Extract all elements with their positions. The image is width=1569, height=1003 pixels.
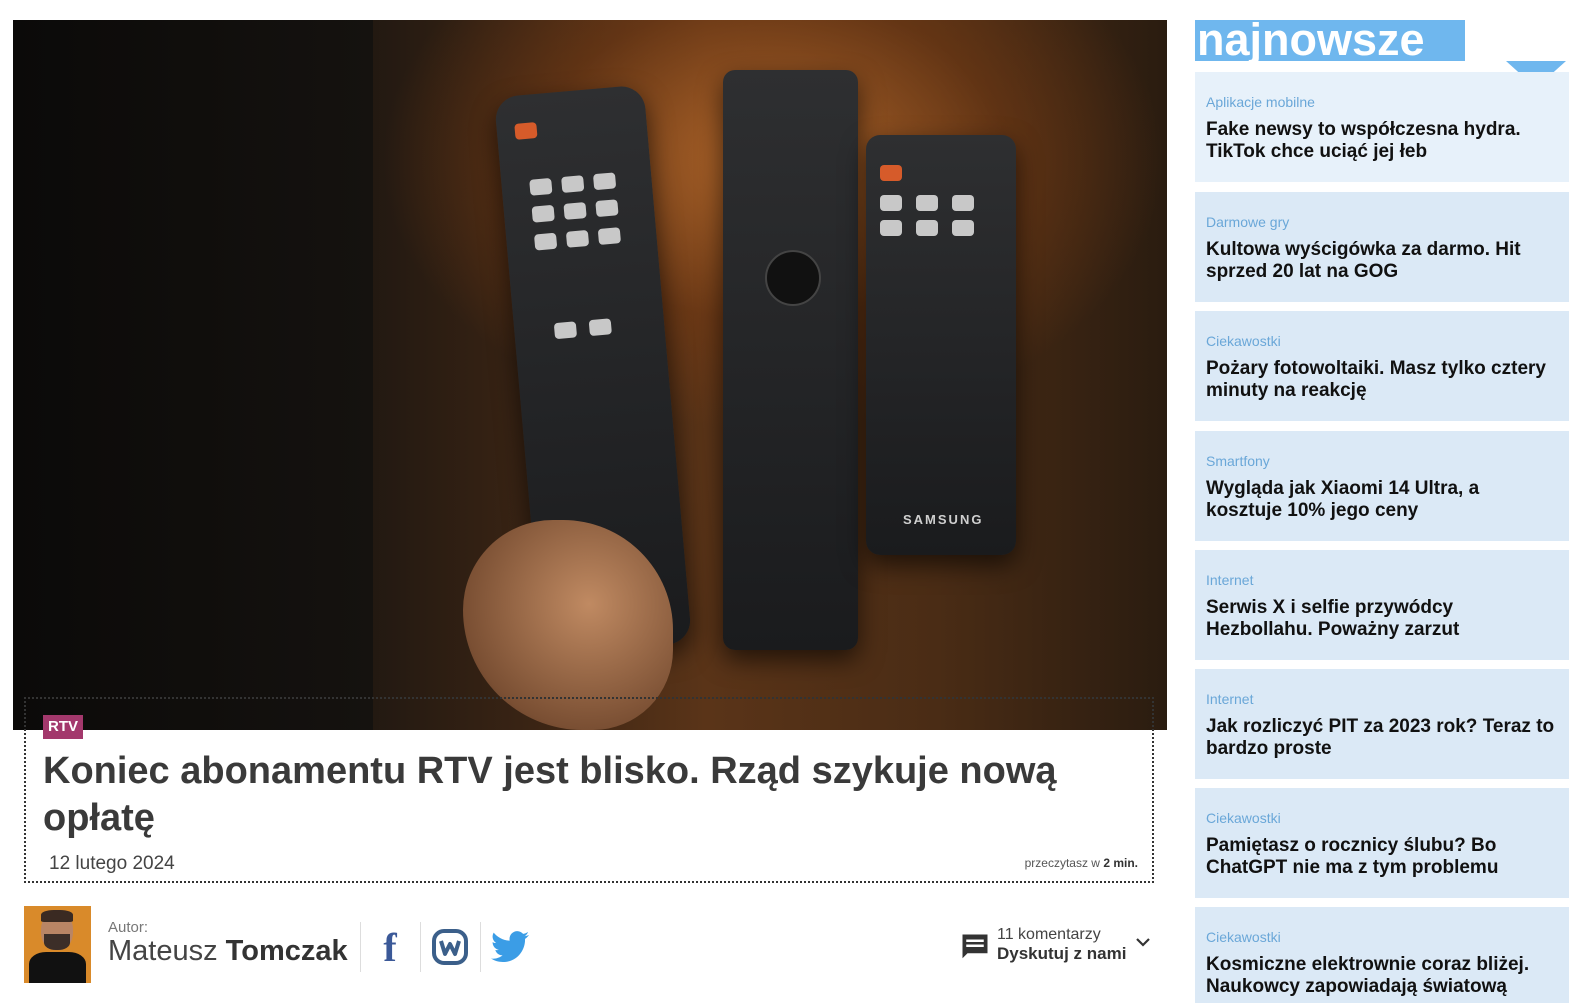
power-button-graphic xyxy=(514,122,538,140)
divider xyxy=(360,922,361,972)
news-category[interactable]: Ciekawostki xyxy=(1206,929,1281,945)
key-graphic xyxy=(592,172,617,191)
key-graphic xyxy=(561,175,585,193)
key-graphic xyxy=(533,232,558,251)
key-graphic xyxy=(563,202,587,220)
sidebar-news-item[interactable]: Ciekawostki Pamiętasz o rocznicy ślubu? … xyxy=(1195,788,1569,898)
comments-cta: Dyskutuj z nami xyxy=(997,944,1127,963)
author-label: Autor: xyxy=(108,919,149,936)
news-category[interactable]: Smartfony xyxy=(1206,453,1270,469)
article-date: 12 lutego 2024 xyxy=(49,853,175,874)
samsung-logo-text: SAMSUNG xyxy=(903,512,984,527)
comment-icon xyxy=(962,934,988,959)
chevron-down-svg xyxy=(1136,938,1150,947)
facebook-icon[interactable]: f xyxy=(370,925,410,970)
chevron-down-icon[interactable] xyxy=(1135,932,1151,953)
key-graphic xyxy=(952,220,974,236)
news-category[interactable]: Aplikacje mobilne xyxy=(1206,94,1315,110)
key-graphic xyxy=(588,318,612,337)
news-title[interactable]: Jak rozliczyć PIT za 2023 rok? Teraz to … xyxy=(1206,716,1556,760)
twitter-bird-svg xyxy=(491,931,529,963)
author-first-name: Mateusz xyxy=(108,935,218,967)
key-graphic xyxy=(531,204,555,223)
read-time: przeczytasz w 2 min. xyxy=(1025,856,1138,870)
key-graphic xyxy=(595,199,619,218)
news-title[interactable]: Serwis X i selfie przywódcy Hezbollahu. … xyxy=(1206,597,1556,641)
sidebar-news-item[interactable]: Darmowe gry Kultowa wyścigówka za darmo.… xyxy=(1195,192,1569,302)
power-button-graphic xyxy=(880,165,902,181)
news-category[interactable]: Ciekawostki xyxy=(1206,333,1281,349)
divider xyxy=(420,922,421,972)
key-graphic xyxy=(553,321,578,340)
avatar-beard xyxy=(44,934,70,950)
news-title[interactable]: Kosmiczne elektrownie coraz bliżej. Nauk… xyxy=(1206,954,1556,998)
key-graphic xyxy=(565,229,590,248)
article-hero-image: SAMSUNG xyxy=(13,20,1167,730)
news-category[interactable]: Internet xyxy=(1206,572,1253,588)
key-graphic xyxy=(880,195,902,211)
news-title[interactable]: Pamiętasz o rocznicy ślubu? Bo ChatGPT n… xyxy=(1206,835,1556,879)
author-avatar[interactable] xyxy=(24,906,91,983)
sidebar-news-item[interactable]: Internet Jak rozliczyć PIT za 2023 rok? … xyxy=(1195,669,1569,779)
samsung-remote xyxy=(866,135,1016,555)
sidebar-title: najnowsze xyxy=(1197,14,1425,65)
news-title[interactable]: Kultowa wyścigówka za darmo. Hit sprzed … xyxy=(1206,239,1556,283)
key-graphic xyxy=(952,195,974,211)
news-category[interactable]: Darmowe gry xyxy=(1206,214,1289,230)
divider xyxy=(480,922,481,972)
key-graphic xyxy=(529,177,553,196)
playstation-remote xyxy=(723,70,858,650)
news-category[interactable]: Internet xyxy=(1206,691,1253,707)
dark-floor xyxy=(13,20,373,730)
wykop-icon[interactable] xyxy=(430,926,470,968)
key-graphic xyxy=(597,227,622,245)
read-time-prefix: przeczytasz w xyxy=(1024,856,1100,870)
news-title[interactable]: Wygląda jak Xiaomi 14 Ultra, a kosztuje … xyxy=(1206,478,1556,522)
news-category[interactable]: Ciekawostki xyxy=(1206,810,1281,826)
sidebar-news-item[interactable]: Ciekawostki Kosmiczne elektrownie coraz … xyxy=(1195,907,1569,1003)
key-graphic xyxy=(916,220,938,236)
article-title: Koniec abonamentu RTV jest blisko. Rząd … xyxy=(43,750,1057,839)
avatar-body xyxy=(29,952,86,983)
category-badge[interactable]: RTV xyxy=(43,715,83,739)
sidebar-news-item[interactable]: Internet Serwis X i selfie przywódcy Hez… xyxy=(1195,550,1569,660)
read-time-value: 2 min. xyxy=(1103,856,1138,870)
wykop-icon-svg xyxy=(432,929,468,965)
dpad-graphic xyxy=(765,250,821,306)
sidebar-news-item[interactable]: Smartfony Wygląda jak Xiaomi 14 Ultra, a… xyxy=(1195,431,1569,541)
key-graphic xyxy=(916,195,938,211)
author-name[interactable]: Mateusz Tomczak xyxy=(108,935,348,968)
author-last-name: Tomczak xyxy=(225,935,348,967)
news-title[interactable]: Pożary fotowoltaiki. Masz tylko cztery m… xyxy=(1206,358,1556,402)
key-graphic xyxy=(880,220,902,236)
sidebar-news-item[interactable]: Aplikacje mobilne Fake newsy to współcze… xyxy=(1195,72,1569,182)
news-title[interactable]: Fake newsy to współczesna hydra. TikTok … xyxy=(1206,119,1556,163)
twitter-icon[interactable] xyxy=(490,926,530,968)
comments-count: 11 komentarzy xyxy=(997,926,1101,943)
avatar-hair xyxy=(41,910,73,922)
sidebar-news-item[interactable]: Ciekawostki Pożary fotowoltaiki. Masz ty… xyxy=(1195,311,1569,421)
